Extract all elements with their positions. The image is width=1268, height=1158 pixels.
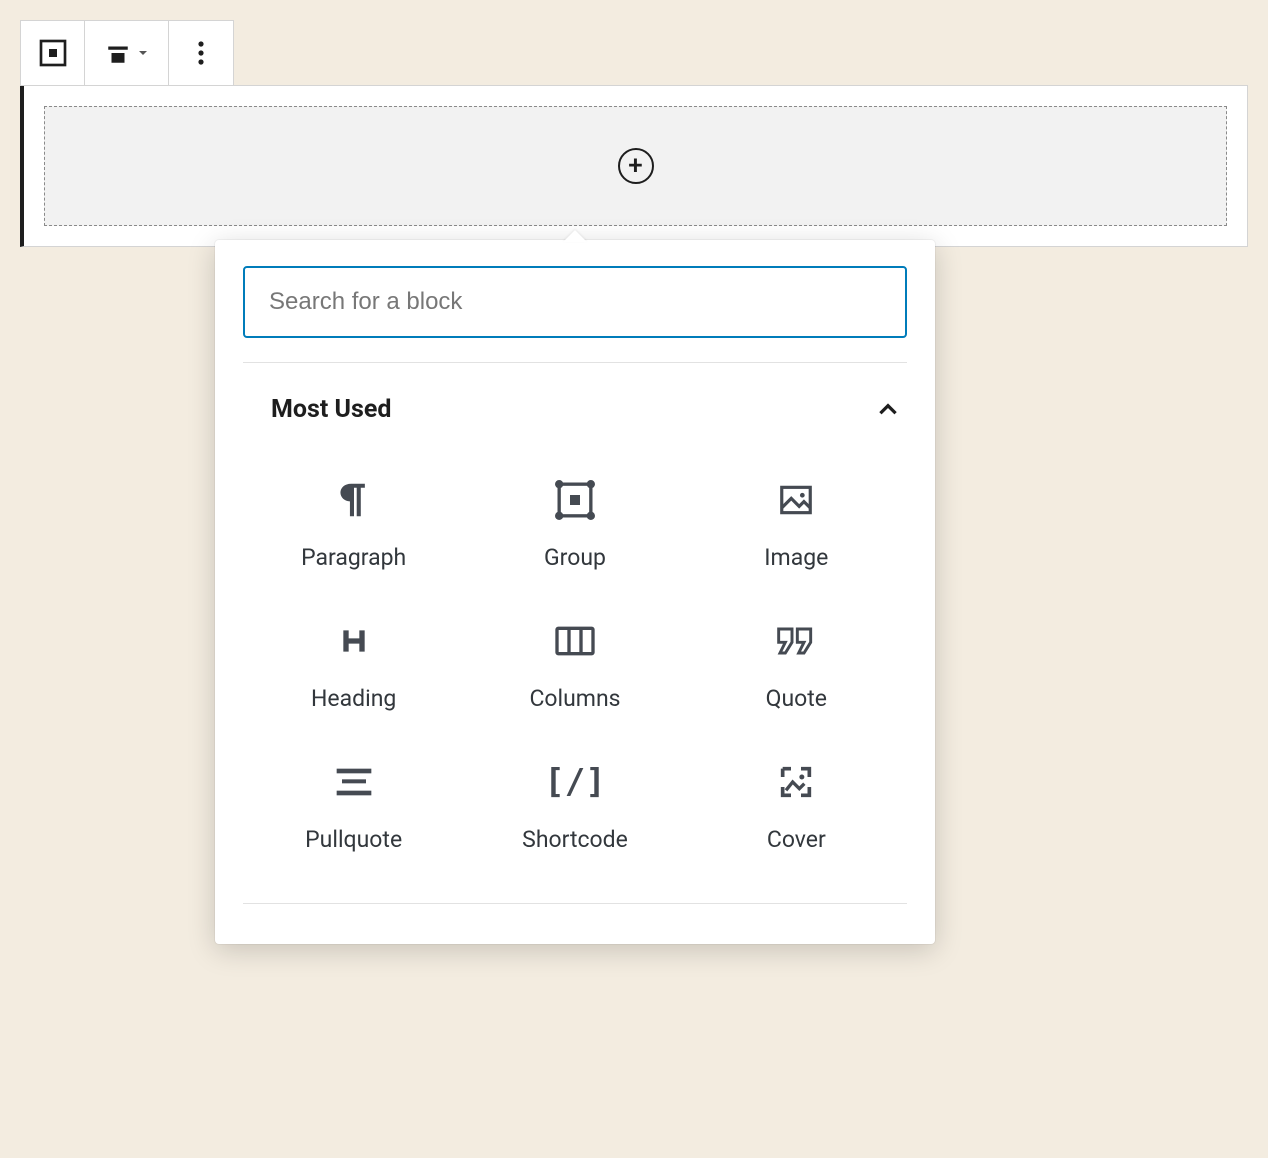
block-label: Image bbox=[764, 544, 828, 571]
cover-icon bbox=[776, 762, 816, 802]
block-label: Heading bbox=[311, 685, 396, 712]
group-icon bbox=[37, 37, 69, 69]
block-paragraph[interactable]: Paragraph bbox=[243, 468, 464, 581]
block-label: Columns bbox=[529, 685, 620, 712]
paragraph-icon bbox=[334, 480, 374, 520]
quote-icon bbox=[776, 621, 816, 661]
block-appender[interactable]: + bbox=[44, 106, 1227, 226]
image-icon bbox=[776, 480, 816, 520]
block-group[interactable]: Group bbox=[464, 468, 685, 581]
chevron-down-icon bbox=[137, 47, 149, 59]
block-label: Pullquote bbox=[305, 826, 402, 853]
divider bbox=[243, 903, 907, 904]
block-label: Quote bbox=[766, 685, 827, 712]
plus-icon: + bbox=[628, 153, 642, 179]
block-heading[interactable]: Heading bbox=[243, 609, 464, 722]
block-shortcode[interactable]: [/] Shortcode bbox=[464, 750, 685, 863]
columns-icon bbox=[555, 621, 595, 661]
block-label: Group bbox=[544, 544, 606, 571]
blocks-grid: Paragraph Group Image Heading Columns bbox=[215, 444, 935, 903]
section-title: Most Used bbox=[271, 395, 391, 424]
shortcode-icon: [/] bbox=[555, 762, 595, 802]
add-block-button[interactable]: + bbox=[618, 148, 654, 184]
block-inserter-popover: Most Used Paragraph Group Image He bbox=[215, 240, 935, 944]
group-icon bbox=[555, 480, 595, 520]
heading-icon bbox=[334, 621, 374, 661]
block-label: Paragraph bbox=[301, 544, 406, 571]
selected-block[interactable]: + bbox=[20, 85, 1248, 247]
block-toolbar bbox=[20, 20, 234, 86]
align-button[interactable] bbox=[85, 21, 169, 85]
pullquote-icon bbox=[334, 762, 374, 802]
group-block-button[interactable] bbox=[21, 21, 85, 85]
search-input[interactable] bbox=[243, 266, 907, 338]
align-icon bbox=[105, 40, 131, 66]
block-columns[interactable]: Columns bbox=[464, 609, 685, 722]
block-cover[interactable]: Cover bbox=[686, 750, 907, 863]
block-label: Cover bbox=[767, 826, 826, 853]
block-quote[interactable]: Quote bbox=[686, 609, 907, 722]
chevron-up-icon bbox=[875, 397, 901, 423]
section-header[interactable]: Most Used bbox=[215, 363, 935, 444]
more-icon bbox=[197, 39, 205, 67]
block-label: Shortcode bbox=[522, 826, 628, 853]
block-pullquote[interactable]: Pullquote bbox=[243, 750, 464, 863]
more-options-button[interactable] bbox=[169, 21, 233, 85]
block-image[interactable]: Image bbox=[686, 468, 907, 581]
